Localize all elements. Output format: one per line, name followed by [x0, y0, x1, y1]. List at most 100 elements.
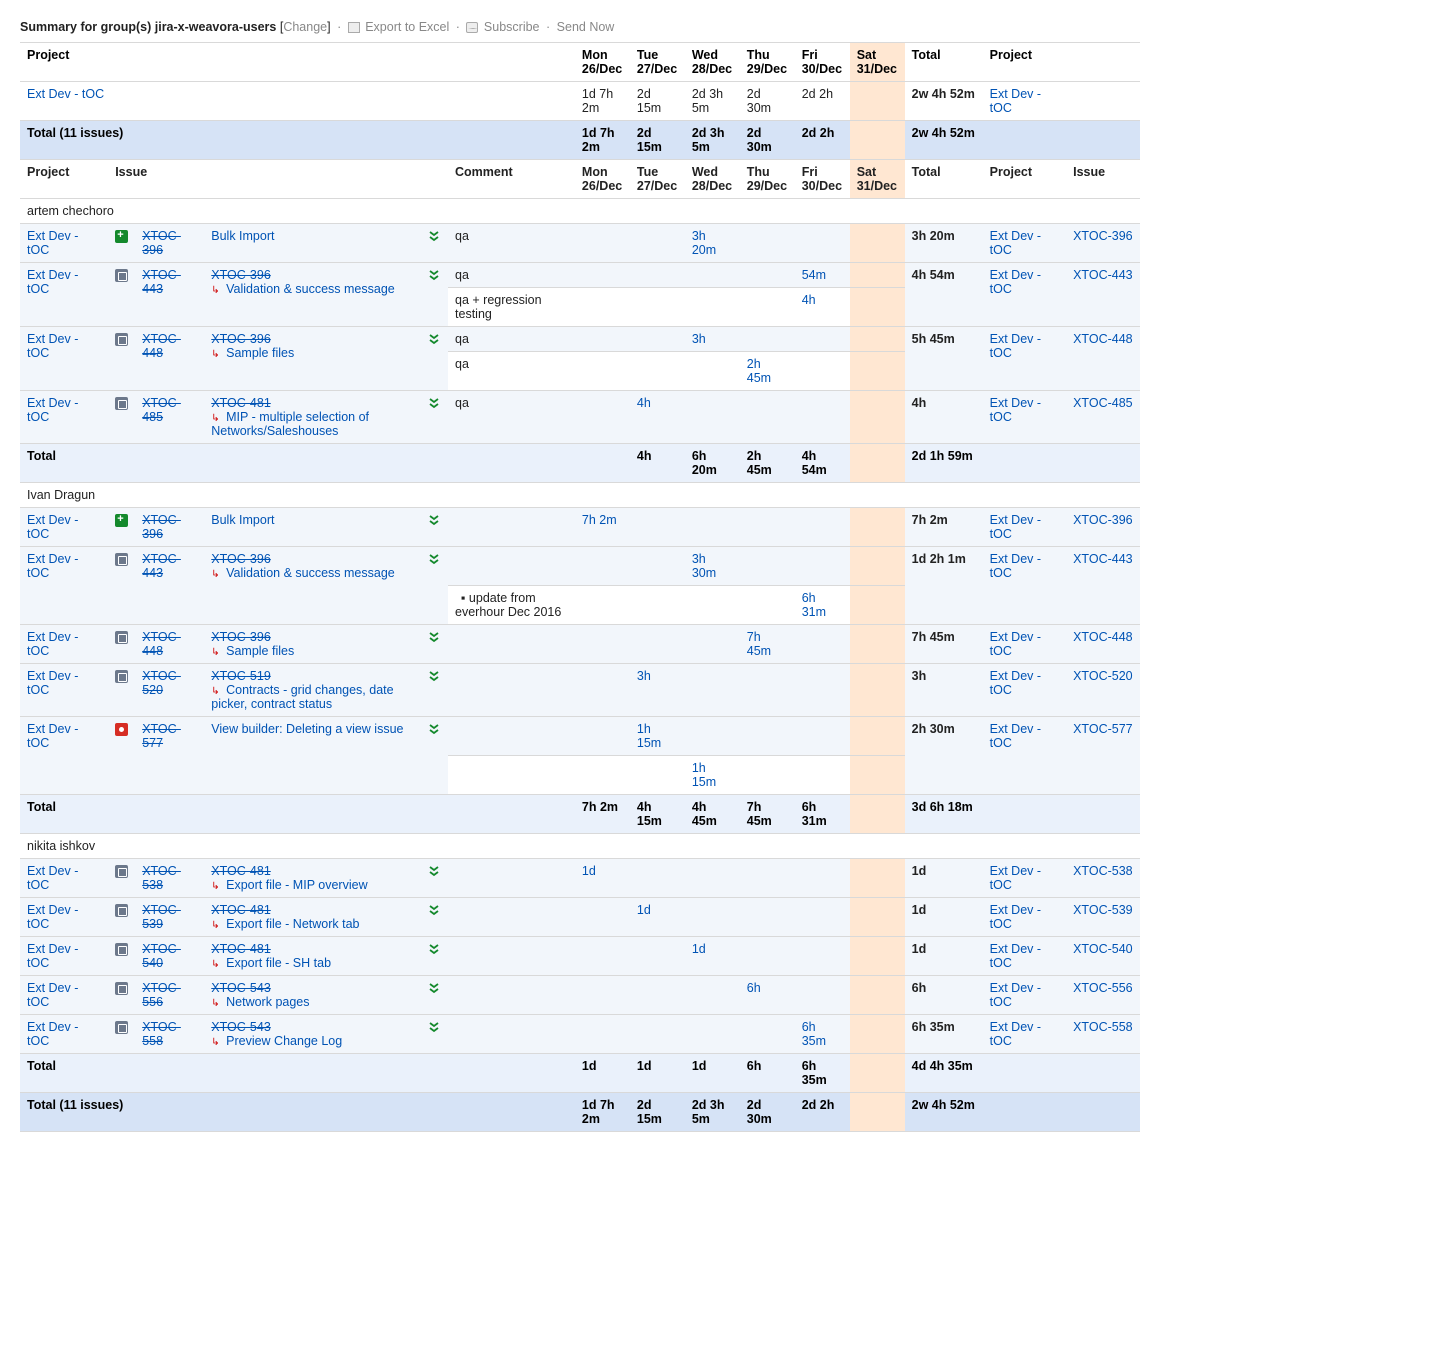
issue-key-link[interactable]: XTOC-540: [1073, 942, 1133, 956]
expand-icon[interactable]: [427, 513, 441, 530]
time-value-link[interactable]: 1d: [692, 942, 706, 956]
time-value-link[interactable]: 6h 31m: [802, 591, 826, 619]
project-link[interactable]: Ext Dev - tOC: [27, 669, 78, 697]
issue-title-link[interactable]: Export file - SH tab: [226, 956, 331, 970]
issue-key-link[interactable]: XTOC-558: [1073, 1020, 1133, 1034]
project-link[interactable]: Ext Dev - tOC: [27, 942, 78, 970]
issue-title-link[interactable]: Export file - Network tab: [226, 917, 359, 931]
time-value-link[interactable]: 6h: [747, 981, 761, 995]
issue-key-link[interactable]: XTOC-485: [1073, 396, 1133, 410]
issue-key-link[interactable]: XTOC-540: [142, 942, 181, 970]
parent-issue-link[interactable]: XTOC-396: [211, 332, 271, 346]
parent-issue-link[interactable]: XTOC-481: [211, 903, 271, 917]
issue-key-link[interactable]: XTOC-558: [142, 1020, 181, 1048]
expand-icon[interactable]: [427, 268, 441, 285]
issue-title-link[interactable]: Sample files: [226, 346, 294, 360]
issue-key-link[interactable]: XTOC-396: [142, 229, 181, 257]
time-value-link[interactable]: 3h 30m: [692, 552, 716, 580]
project-link[interactable]: Ext Dev - tOC: [27, 513, 78, 541]
issue-title-link[interactable]: Contracts - grid changes, date picker, c…: [211, 683, 393, 711]
issue-key-link[interactable]: XTOC-538: [1073, 864, 1133, 878]
project-link[interactable]: Ext Dev - tOC: [990, 630, 1041, 658]
parent-issue-link[interactable]: XTOC-481: [211, 864, 271, 878]
issue-key-link[interactable]: XTOC-577: [1073, 722, 1133, 736]
parent-issue-link[interactable]: XTOC-396: [211, 630, 271, 644]
project-link[interactable]: Ext Dev - tOC: [990, 552, 1041, 580]
issue-key-link[interactable]: XTOC-396: [142, 513, 181, 541]
issue-key-link[interactable]: XTOC-396: [1073, 229, 1133, 243]
project-link[interactable]: Ext Dev - tOC: [27, 268, 78, 296]
issue-key-link[interactable]: XTOC-448: [1073, 332, 1133, 346]
issue-title-link[interactable]: Network pages: [226, 995, 309, 1009]
project-link[interactable]: Ext Dev - tOC: [990, 864, 1041, 892]
project-link[interactable]: Ext Dev - tOC: [27, 332, 78, 360]
parent-issue-link[interactable]: XTOC-543: [211, 1020, 271, 1034]
project-link[interactable]: Ext Dev - tOC: [990, 332, 1041, 360]
expand-icon[interactable]: [427, 332, 441, 349]
time-value-link[interactable]: 4h: [637, 396, 651, 410]
issue-title-link[interactable]: Bulk Import: [211, 513, 274, 527]
issue-key-link[interactable]: XTOC-539: [1073, 903, 1133, 917]
expand-icon[interactable]: [427, 552, 441, 569]
issue-title-link[interactable]: Bulk Import: [211, 229, 274, 243]
parent-issue-link[interactable]: XTOC-543: [211, 981, 271, 995]
project-link[interactable]: Ext Dev - tOC: [27, 87, 104, 101]
send-now-link[interactable]: Send Now: [557, 20, 615, 34]
issue-key-link[interactable]: XTOC-556: [142, 981, 181, 1009]
issue-key-link[interactable]: XTOC-396: [1073, 513, 1133, 527]
project-link[interactable]: Ext Dev - tOC: [990, 942, 1041, 970]
issue-title-link[interactable]: MIP - multiple selection of Networks/Sal…: [211, 410, 369, 438]
time-value-link[interactable]: 7h 2m: [582, 513, 617, 527]
issue-title-link[interactable]: Validation & success message: [226, 282, 395, 296]
issue-key-link[interactable]: XTOC-443: [142, 268, 181, 296]
issue-title-link[interactable]: Preview Change Log: [226, 1034, 342, 1048]
issue-key-link[interactable]: XTOC-448: [142, 630, 181, 658]
time-value-link[interactable]: 54m: [802, 268, 826, 282]
project-link[interactable]: Ext Dev - tOC: [27, 552, 78, 580]
issue-key-link[interactable]: XTOC-577: [142, 722, 181, 750]
parent-issue-link[interactable]: XTOC-396: [211, 552, 271, 566]
time-value-link[interactable]: 7h 45m: [747, 630, 771, 658]
project-link[interactable]: Ext Dev - tOC: [990, 722, 1041, 750]
time-value-link[interactable]: 3h: [692, 332, 706, 346]
project-link[interactable]: Ext Dev - tOC: [27, 722, 78, 750]
time-value-link[interactable]: 4h: [802, 293, 816, 307]
expand-icon[interactable]: [427, 981, 441, 998]
expand-icon[interactable]: [427, 630, 441, 647]
parent-issue-link[interactable]: XTOC-481: [211, 396, 271, 410]
time-value-link[interactable]: 3h 20m: [692, 229, 716, 257]
issue-key-link[interactable]: XTOC-538: [142, 864, 181, 892]
subscribe-link[interactable]: Subscribe: [484, 20, 540, 34]
project-link[interactable]: Ext Dev - tOC: [27, 864, 78, 892]
export-excel-link[interactable]: Export to Excel: [365, 20, 449, 34]
issue-key-link[interactable]: XTOC-520: [1073, 669, 1133, 683]
project-link[interactable]: Ext Dev - tOC: [27, 981, 78, 1009]
issue-title-link[interactable]: Sample files: [226, 644, 294, 658]
issue-title-link[interactable]: Validation & success message: [226, 566, 395, 580]
project-link[interactable]: Ext Dev - tOC: [990, 513, 1041, 541]
time-value-link[interactable]: 1d: [637, 903, 651, 917]
expand-icon[interactable]: [427, 942, 441, 959]
issue-key-link[interactable]: XTOC-443: [1073, 268, 1133, 282]
project-link[interactable]: Ext Dev - tOC: [27, 396, 78, 424]
issue-title-link[interactable]: View builder: Deleting a view issue: [211, 722, 403, 736]
issue-key-link[interactable]: XTOC-485: [142, 396, 181, 424]
issue-key-link[interactable]: XTOC-448: [142, 332, 181, 360]
time-value-link[interactable]: 1h 15m: [637, 722, 661, 750]
issue-key-link[interactable]: XTOC-556: [1073, 981, 1133, 995]
change-link[interactable]: Change: [283, 20, 327, 34]
issue-key-link[interactable]: XTOC-443: [142, 552, 181, 580]
parent-issue-link[interactable]: XTOC-481: [211, 942, 271, 956]
project-link[interactable]: Ext Dev - tOC: [990, 87, 1041, 115]
project-link[interactable]: Ext Dev - tOC: [990, 396, 1041, 424]
project-link[interactable]: Ext Dev - tOC: [27, 229, 78, 257]
expand-icon[interactable]: [427, 903, 441, 920]
issue-key-link[interactable]: XTOC-539: [142, 903, 181, 931]
expand-icon[interactable]: [427, 229, 441, 246]
project-link[interactable]: Ext Dev - tOC: [990, 669, 1041, 697]
parent-issue-link[interactable]: XTOC-519: [211, 669, 271, 683]
project-link[interactable]: Ext Dev - tOC: [990, 981, 1041, 1009]
project-link[interactable]: Ext Dev - tOC: [27, 1020, 78, 1048]
time-value-link[interactable]: 3h: [637, 669, 651, 683]
time-value-link[interactable]: 6h 35m: [802, 1020, 826, 1048]
